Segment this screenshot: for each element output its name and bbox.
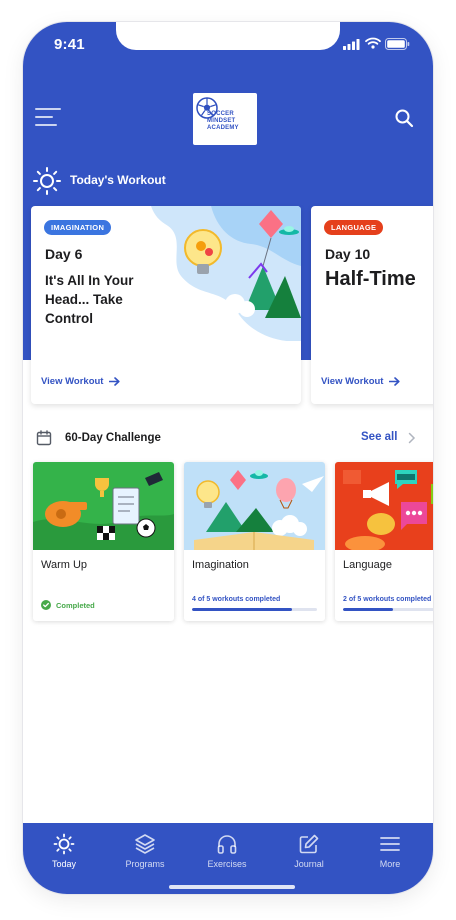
challenge-card-warm-up[interactable]: Warm Up Completed <box>33 462 174 621</box>
headphones-icon <box>217 835 237 854</box>
tab-more[interactable]: More <box>350 833 430 869</box>
logo-line: ACADEMY <box>207 125 239 131</box>
completed-label: Completed <box>56 600 95 610</box>
academy-logo: SOCCER MINDSET ACADEMY <box>193 93 257 145</box>
layers-icon <box>135 834 155 854</box>
tab-exercises[interactable]: Exercises <box>187 833 267 869</box>
hamburger-icon <box>380 837 400 851</box>
home-indicator <box>169 885 295 889</box>
warm-up-illustration <box>33 462 174 550</box>
logo-text: SOCCER MINDSET ACADEMY <box>207 111 257 132</box>
phone-screen: 9:41 SOCCER MINDSET ACADEMY Today's Work… <box>23 22 433 894</box>
tab-label: Programs <box>125 859 165 869</box>
progress-fill <box>192 608 292 611</box>
challenge-card-name: Imagination <box>192 559 249 571</box>
tab-programs[interactable]: Programs <box>105 833 185 869</box>
imagination-illustration <box>184 462 325 550</box>
card-title: Half-Time <box>325 268 416 290</box>
progress-track <box>192 608 317 611</box>
imagination-illustration <box>151 206 301 341</box>
status-time: 9:41 <box>54 36 85 53</box>
tab-journal[interactable]: Journal <box>269 833 349 869</box>
completed-status: Completed <box>41 600 95 610</box>
battery-icon <box>385 38 410 50</box>
search-icon[interactable] <box>394 108 414 128</box>
view-workout-link[interactable]: View Workout <box>321 376 401 387</box>
challenge-card-name: Language <box>343 559 392 571</box>
language-illustration <box>335 462 433 550</box>
progress-fill <box>343 608 393 611</box>
challenge-card-imagination[interactable]: Imagination 4 of 5 workouts completed <box>184 462 325 621</box>
see-all-link[interactable]: See all <box>361 431 397 443</box>
tab-label: Exercises <box>207 859 247 869</box>
tab-label: More <box>379 859 401 869</box>
category-badge: IMAGINATION <box>44 220 112 235</box>
workout-card-day-10[interactable]: LANGUAGE Day 10 Half-Time View Workout <box>311 206 433 404</box>
chevron-right-icon[interactable] <box>408 432 416 444</box>
view-workout-link[interactable]: View Workout <box>41 376 121 387</box>
notch <box>116 22 340 50</box>
tab-today[interactable]: Today <box>24 833 104 869</box>
view-workout-label: View Workout <box>321 376 384 387</box>
edit-icon <box>299 834 319 854</box>
logo-line: SOCCER <box>207 111 234 117</box>
progress-text: 4 of 5 workouts completed <box>192 596 281 603</box>
arrow-right-icon <box>389 377 401 386</box>
logo-line: MINDSET <box>207 118 236 124</box>
check-circle-icon <box>41 600 51 610</box>
calendar-icon <box>36 430 52 446</box>
progress-text: 2 of 5 workouts completed <box>343 596 432 603</box>
card-day: Day 6 <box>45 246 83 262</box>
tab-label: Today <box>51 859 77 869</box>
wifi-icon <box>365 37 381 49</box>
card-day: Day 10 <box>325 246 371 262</box>
bottom-tab-bar: Today Programs Exercises Journal More <box>23 823 433 894</box>
tab-label: Journal <box>294 859 324 869</box>
card-title: It's All In Your Head... Take Control <box>45 273 134 326</box>
progress-track <box>343 608 433 611</box>
challenge-card-name: Warm Up <box>41 559 88 571</box>
view-workout-label: View Workout <box>41 376 104 387</box>
status-bar: 9:41 <box>23 22 433 66</box>
arrow-right-icon <box>109 377 121 386</box>
todays-workout-title: Today's Workout <box>70 173 166 187</box>
sun-icon <box>53 833 75 855</box>
signal-icon <box>343 39 360 50</box>
sun-icon <box>33 167 61 195</box>
category-badge: LANGUAGE <box>324 220 384 235</box>
challenge-title: 60-Day Challenge <box>65 432 161 444</box>
workout-card-day-6[interactable]: IMAGINATION Day 6 It's All In Your Head.… <box>31 206 301 404</box>
challenge-card-language[interactable]: Language 2 of 5 workouts completed <box>335 462 433 621</box>
menu-button[interactable] <box>35 108 61 130</box>
